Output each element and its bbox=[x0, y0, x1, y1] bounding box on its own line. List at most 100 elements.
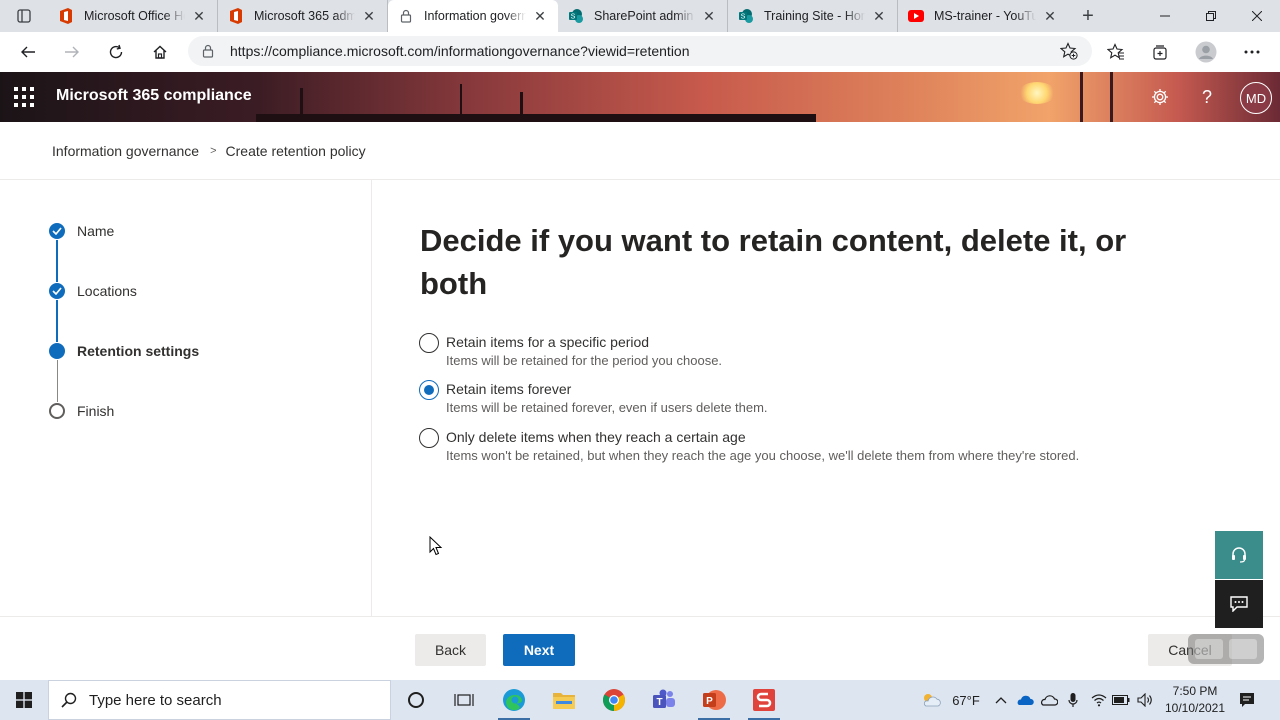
wizard-step-locations[interactable]: Locations bbox=[49, 283, 137, 299]
step-connector bbox=[56, 300, 58, 342]
option-label[interactable]: Only delete items when they reach a cert… bbox=[446, 428, 1079, 446]
taskbar-search-box[interactable]: Type here to search bbox=[48, 680, 391, 720]
option-label[interactable]: Retain items forever bbox=[446, 380, 768, 398]
weather-icon[interactable] bbox=[916, 680, 946, 720]
back-button[interactable]: Back bbox=[415, 634, 486, 666]
sharepoint-icon: S bbox=[738, 8, 754, 24]
floating-toolbar[interactable] bbox=[1188, 634, 1264, 664]
onedrive-personal-icon[interactable] bbox=[1038, 680, 1060, 720]
app-launcher-icon[interactable] bbox=[14, 87, 34, 107]
notifications-icon[interactable] bbox=[1234, 680, 1260, 720]
windows-start-button[interactable] bbox=[0, 680, 48, 720]
wizard-step-label: Retention settings bbox=[77, 343, 200, 359]
snagit-taskbar-button[interactable] bbox=[740, 680, 788, 720]
forward-nav-button[interactable] bbox=[50, 32, 94, 72]
windows-taskbar: Type here to search T P 67°F 7:50 PM 10/… bbox=[0, 680, 1280, 720]
onedrive-icon[interactable] bbox=[1014, 680, 1036, 720]
home-button[interactable] bbox=[138, 32, 182, 72]
file-explorer-button[interactable] bbox=[540, 680, 588, 720]
close-tab-icon[interactable]: ✕ bbox=[871, 8, 887, 24]
volume-icon[interactable] bbox=[1134, 680, 1156, 720]
browser-tab[interactable]: MS-trainer - YouTu ✕ bbox=[898, 0, 1068, 32]
svg-text:S: S bbox=[571, 14, 576, 21]
url-text: https://compliance.microsoft.com/informa… bbox=[230, 43, 690, 59]
chrome-icon bbox=[603, 689, 625, 711]
tab-actions-icon bbox=[17, 9, 31, 23]
collections-icon bbox=[1153, 45, 1167, 60]
edge-taskbar-button[interactable] bbox=[490, 680, 538, 720]
profile-button[interactable] bbox=[1184, 32, 1228, 72]
option-only-delete[interactable]: Only delete items when they reach a cert… bbox=[419, 428, 1079, 465]
breadcrumb-item-information-governance[interactable]: Information governance bbox=[52, 143, 199, 159]
powerpoint-taskbar-button[interactable]: P bbox=[690, 680, 738, 720]
empty-step-circle-icon bbox=[49, 403, 65, 419]
browser-tab[interactable]: Microsoft Office Ho ✕ bbox=[48, 0, 218, 32]
help-panel-button[interactable] bbox=[1215, 531, 1263, 579]
option-retain-forever[interactable]: Retain items forever Items will be retai… bbox=[419, 380, 768, 417]
toolbar-item[interactable] bbox=[1229, 639, 1258, 659]
task-view-button[interactable] bbox=[440, 680, 488, 720]
minimize-button[interactable] bbox=[1142, 0, 1188, 32]
close-tab-icon[interactable]: ✕ bbox=[701, 8, 717, 24]
battery-icon[interactable] bbox=[1110, 680, 1132, 720]
divider bbox=[0, 616, 1280, 617]
profile-avatar-icon bbox=[1195, 41, 1217, 63]
close-tab-icon[interactable]: ✕ bbox=[361, 8, 377, 24]
tab-title: Microsoft 365 admi bbox=[254, 9, 355, 23]
powerpoint-icon: P bbox=[703, 690, 726, 710]
youtube-icon bbox=[908, 8, 924, 24]
chevron-up-icon[interactable] bbox=[990, 680, 1012, 720]
add-favorite-icon[interactable] bbox=[1059, 42, 1078, 63]
close-tab-icon[interactable]: ✕ bbox=[1042, 8, 1058, 24]
new-tab-button[interactable]: + bbox=[1068, 0, 1108, 32]
toolbar-item[interactable] bbox=[1194, 639, 1223, 659]
microphone-icon[interactable] bbox=[1062, 680, 1084, 720]
folder-icon bbox=[553, 693, 575, 709]
option-label[interactable]: Retain items for a specific period bbox=[446, 333, 722, 351]
cortana-button[interactable] bbox=[392, 680, 440, 720]
url-field[interactable]: https://compliance.microsoft.com/informa… bbox=[188, 36, 1092, 66]
back-nav-button[interactable] bbox=[6, 32, 50, 72]
lock-icon bbox=[202, 44, 214, 58]
radio-button[interactable] bbox=[419, 333, 439, 353]
browser-tab[interactable]: Microsoft 365 admi ✕ bbox=[218, 0, 388, 32]
current-step-dot-icon bbox=[49, 343, 65, 359]
browser-tab[interactable]: S SharePoint admin c ✕ bbox=[558, 0, 728, 32]
feedback-button[interactable] bbox=[1215, 580, 1263, 628]
chrome-taskbar-button[interactable] bbox=[590, 680, 638, 720]
taskbar-clock[interactable]: 7:50 PM 10/10/2021 bbox=[1158, 683, 1232, 717]
refresh-button[interactable] bbox=[94, 32, 138, 72]
clock-time: 7:50 PM bbox=[1172, 684, 1218, 698]
svg-text:P: P bbox=[706, 696, 713, 707]
breadcrumb: Information governance > Create retentio… bbox=[52, 143, 366, 159]
arrow-left-icon bbox=[21, 46, 35, 58]
settings-more-button[interactable] bbox=[1230, 32, 1274, 72]
browser-tab[interactable]: S Training Site - Hom ✕ bbox=[728, 0, 898, 32]
teams-taskbar-button[interactable]: T bbox=[640, 680, 688, 720]
more-icon bbox=[1244, 50, 1260, 54]
wizard-step-name[interactable]: Name bbox=[49, 223, 114, 239]
user-avatar[interactable]: MD bbox=[1240, 82, 1272, 114]
collections-button[interactable] bbox=[1138, 32, 1182, 72]
address-bar-row: https://compliance.microsoft.com/informa… bbox=[0, 32, 1280, 72]
wifi-icon[interactable] bbox=[1088, 680, 1110, 720]
favorites-button[interactable] bbox=[1094, 32, 1138, 72]
restore-button[interactable] bbox=[1188, 0, 1234, 32]
svg-text:S: S bbox=[741, 14, 746, 21]
wizard-step-label: Finish bbox=[77, 403, 115, 419]
wizard-step-retention-settings[interactable]: Retention settings bbox=[49, 343, 199, 359]
weather-temperature[interactable]: 67°F bbox=[946, 680, 986, 720]
tab-actions-button[interactable] bbox=[0, 0, 48, 32]
close-tab-icon[interactable]: ✕ bbox=[532, 8, 548, 24]
gear-icon[interactable] bbox=[1147, 84, 1173, 110]
browser-tab-active[interactable]: Information govern ✕ bbox=[388, 0, 558, 32]
page-title: Decide if you want to retain content, de… bbox=[420, 223, 1127, 301]
close-window-button[interactable] bbox=[1234, 0, 1280, 32]
radio-button[interactable] bbox=[419, 428, 439, 448]
option-retain-specific-period[interactable]: Retain items for a specific period Items… bbox=[419, 333, 722, 370]
next-button[interactable]: Next bbox=[503, 634, 575, 666]
help-icon[interactable]: ? bbox=[1194, 84, 1220, 110]
radio-button-selected[interactable] bbox=[419, 380, 439, 400]
close-tab-icon[interactable]: ✕ bbox=[191, 8, 207, 24]
search-icon bbox=[61, 692, 77, 708]
